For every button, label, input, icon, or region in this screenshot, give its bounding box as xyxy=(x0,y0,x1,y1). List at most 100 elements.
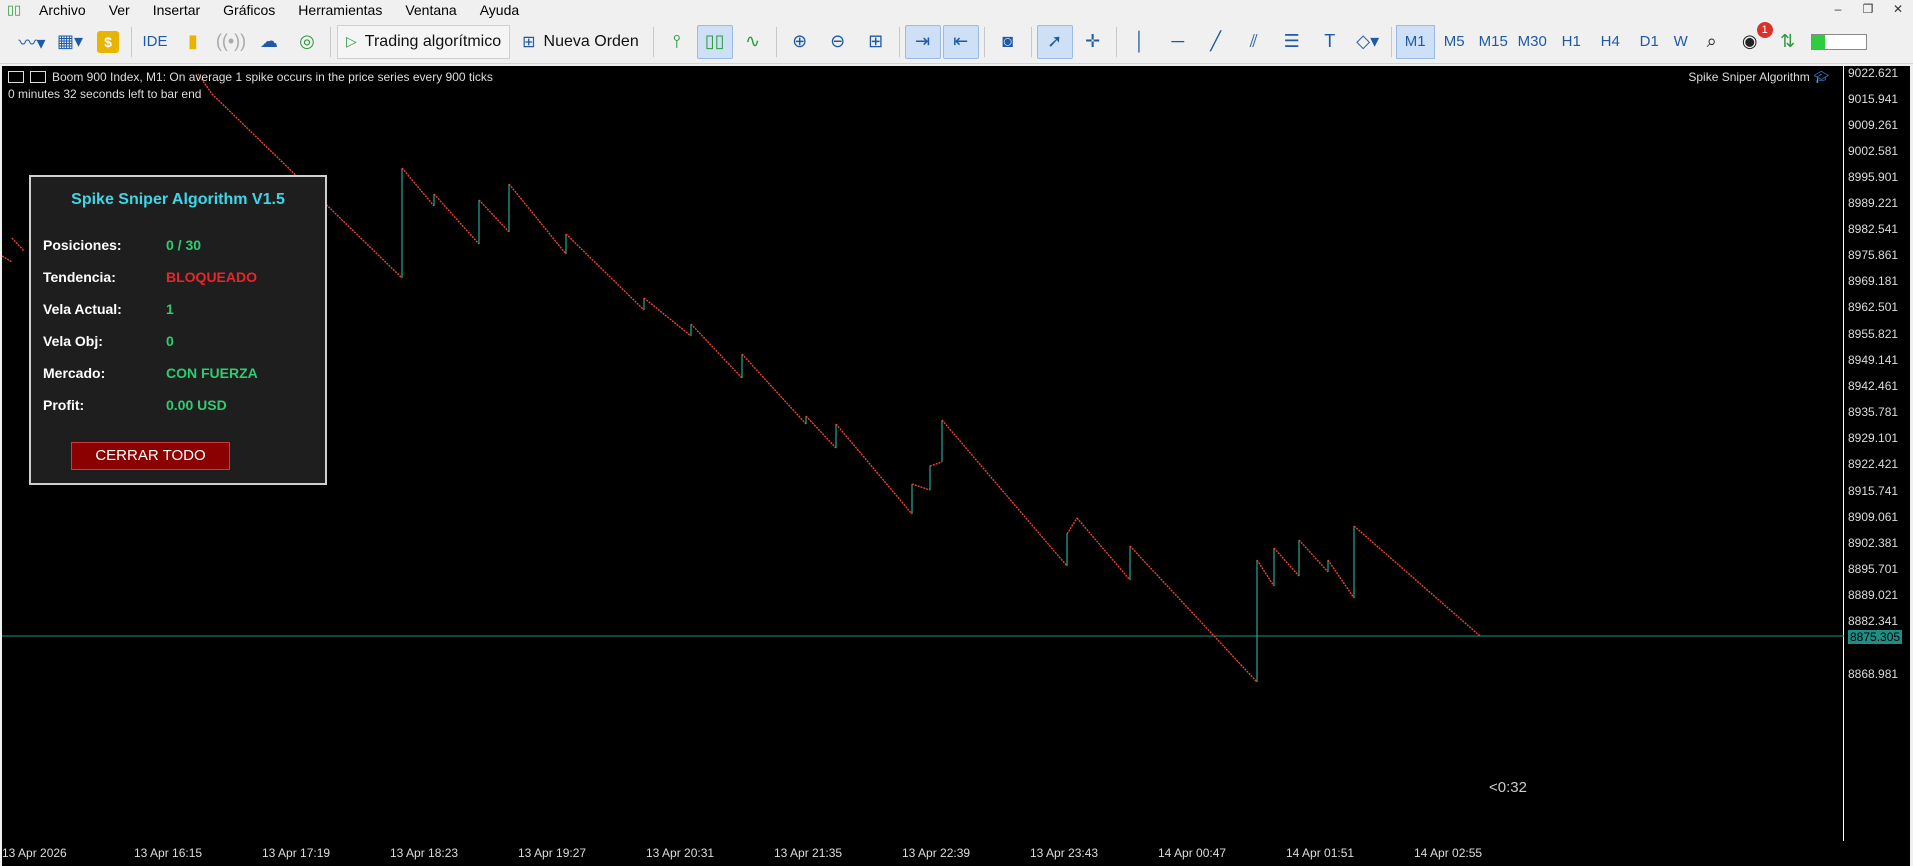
zoom-out-icon[interactable]: ⊖ xyxy=(820,25,856,59)
line-chart-icon[interactable]: 〰▾ xyxy=(14,25,50,59)
fibonacci-icon[interactable]: ☰ xyxy=(1274,25,1310,59)
price-tick-label: 9009.261 xyxy=(1848,118,1899,132)
price-tick-label: 8975.861 xyxy=(1848,248,1899,262)
new-order-button[interactable]: ⊞ Nueva Orden xyxy=(514,25,647,59)
menu-ayuda[interactable]: Ayuda xyxy=(469,0,531,20)
menu-ver[interactable]: Ver xyxy=(98,0,142,20)
bear-candles xyxy=(1298,539,1329,573)
bear-candles xyxy=(565,233,645,311)
trendline-icon[interactable]: ╱ xyxy=(1198,25,1234,59)
notifications-icon[interactable]: ◉ 1 xyxy=(1732,21,1773,59)
tile-windows-icon[interactable]: ⊞ xyxy=(858,25,894,59)
bear-candles xyxy=(835,423,913,515)
connection-bar-fill xyxy=(1811,34,1826,49)
time-tick-label: 13 Apr 22:39 xyxy=(902,846,971,860)
menu-insertar[interactable]: Insertar xyxy=(142,0,212,20)
tf-h1[interactable]: H1 xyxy=(1552,25,1591,59)
price-tick-label: 8868.981 xyxy=(1848,667,1899,681)
crosshair-icon[interactable]: ✛ xyxy=(1075,25,1111,59)
row-value: BLOQUEADO xyxy=(166,269,257,285)
candlestick-icon[interactable]: ▯▯ xyxy=(696,24,733,59)
line-icon[interactable]: ∿ xyxy=(735,25,771,59)
channel-icon[interactable]: ⫽ xyxy=(1236,25,1272,59)
row-posiciones: Posiciones: 0 / 30 xyxy=(43,237,201,253)
bar-countdown-text: 0 minutes 32 seconds left to bar end xyxy=(8,87,202,101)
chart-area[interactable]: Boom 900 Index, M1: On average 1 spike o… xyxy=(2,66,1844,841)
bar-chart-icon[interactable]: ⫯ xyxy=(659,25,695,59)
text-icon[interactable]: T xyxy=(1312,25,1348,59)
price-tick-label: 9015.941 xyxy=(1848,92,1899,106)
search-icon[interactable]: ⌕ xyxy=(1694,25,1730,59)
screenshot-icon[interactable]: ◙ xyxy=(990,25,1026,59)
row-profit: Profit: 0.00 USD xyxy=(43,397,227,413)
minimize-icon[interactable]: – xyxy=(1823,0,1853,20)
price-tick-label: 8889.021 xyxy=(1848,588,1899,602)
algo-trading-button[interactable]: ▷ Trading algorítmico xyxy=(337,24,511,59)
menu-archivo[interactable]: Archivo xyxy=(28,0,98,20)
menu-herramientas[interactable]: Herramientas xyxy=(287,0,394,20)
play-icon: ▷ xyxy=(346,33,357,49)
time-axis[interactable]: 13 Apr 2026 13 Apr 16:15 13 Apr 17:19 13 Ap… xyxy=(2,841,1844,866)
price-tick-label: 8922.421 xyxy=(1848,457,1899,471)
ide-button[interactable]: IDE xyxy=(137,25,173,59)
vps-icon[interactable]: ◎ xyxy=(289,25,325,59)
row-label: Vela Obj: xyxy=(43,333,103,349)
horizontal-line-icon[interactable]: ─ xyxy=(1160,25,1196,59)
tf-m5[interactable]: M5 xyxy=(1435,25,1474,59)
signals-icon[interactable]: ((•)) xyxy=(213,25,249,59)
price-tick-label: 8969.181 xyxy=(1848,274,1899,288)
new-order-icon: ⊞ xyxy=(522,33,536,51)
time-tick-label: 13 Apr 19:27 xyxy=(518,846,587,860)
price-tick-label: 8955.821 xyxy=(1848,327,1899,341)
cloud-icon[interactable]: ☁ xyxy=(251,25,287,59)
tf-w[interactable]: W xyxy=(1669,25,1693,59)
cursor-icon[interactable]: ➚ xyxy=(1036,24,1073,59)
zoom-in-icon[interactable]: ⊕ xyxy=(782,25,818,59)
bear-candles xyxy=(911,483,931,491)
tf-h4[interactable]: H4 xyxy=(1591,25,1630,59)
close-icon[interactable]: ✕ xyxy=(1883,0,1913,20)
row-vela-obj: Vela Obj: 0 xyxy=(43,333,174,349)
shapes-icon[interactable]: ◇▾ xyxy=(1350,25,1386,59)
time-tick-label: 13 Apr 2026 xyxy=(2,846,67,860)
time-tick-label: 14 Apr 00:47 xyxy=(1158,846,1227,860)
price-tick-label: 8989.221 xyxy=(1848,196,1899,210)
market-icon[interactable]: $ xyxy=(90,25,126,59)
price-tick-label: 8962.501 xyxy=(1848,300,1899,314)
new-order-label: Nueva Orden xyxy=(543,32,639,50)
row-value: 1 xyxy=(166,301,174,317)
trade-panel-icon[interactable] xyxy=(30,71,46,83)
tf-m30[interactable]: M30 xyxy=(1513,25,1552,59)
bear-candles xyxy=(1273,547,1300,577)
tf-d1[interactable]: D1 xyxy=(1630,25,1669,59)
app-logo-icon: ▯▯ xyxy=(6,2,22,17)
bear-candles xyxy=(1076,517,1131,581)
menu-ventana[interactable]: Ventana xyxy=(394,0,468,20)
close-all-button[interactable]: CERRAR TODO xyxy=(71,442,230,470)
price-axis[interactable]: 9022.621 9015.941 9009.261 9002.581 8995.901… xyxy=(1844,66,1910,841)
row-value: 0 xyxy=(166,333,174,349)
current-price-label: 8875.305 xyxy=(1848,630,1903,644)
bear-candles xyxy=(508,183,567,255)
chart-menu-icon[interactable] xyxy=(8,71,24,83)
ea-hat-icon[interactable]: 🎓︎ xyxy=(1814,70,1829,84)
row-label: Vela Actual: xyxy=(43,301,122,317)
connection-bar xyxy=(1810,33,1867,50)
ea-panel: Spike Sniper Algorithm V1.5 Posiciones: … xyxy=(29,175,327,485)
bear-candles xyxy=(941,419,1068,567)
bear-candles xyxy=(690,323,743,379)
bear-candles xyxy=(643,297,692,337)
shopping-bag-icon[interactable]: ▮ xyxy=(175,25,211,59)
chart-template-icon[interactable]: ▦▾ xyxy=(52,25,88,59)
row-label: Profit: xyxy=(43,397,85,413)
chart-shift-icon[interactable]: ⇤ xyxy=(942,24,979,59)
autoscroll-icon[interactable]: ⇥ xyxy=(904,24,941,59)
restore-icon[interactable]: ❐ xyxy=(1853,0,1883,20)
vertical-line-icon[interactable]: │ xyxy=(1122,25,1158,59)
menu-graficos[interactable]: Gráficos xyxy=(212,0,287,20)
time-tick-label: 13 Apr 16:15 xyxy=(134,846,203,860)
time-tick-label: 14 Apr 02:55 xyxy=(1414,846,1483,860)
tf-m1[interactable]: M1 xyxy=(1395,24,1435,59)
menu-bar: ▯▯ Archivo Ver Insertar Gráficos Herrami… xyxy=(0,0,1913,20)
tf-m15[interactable]: M15 xyxy=(1474,25,1513,59)
